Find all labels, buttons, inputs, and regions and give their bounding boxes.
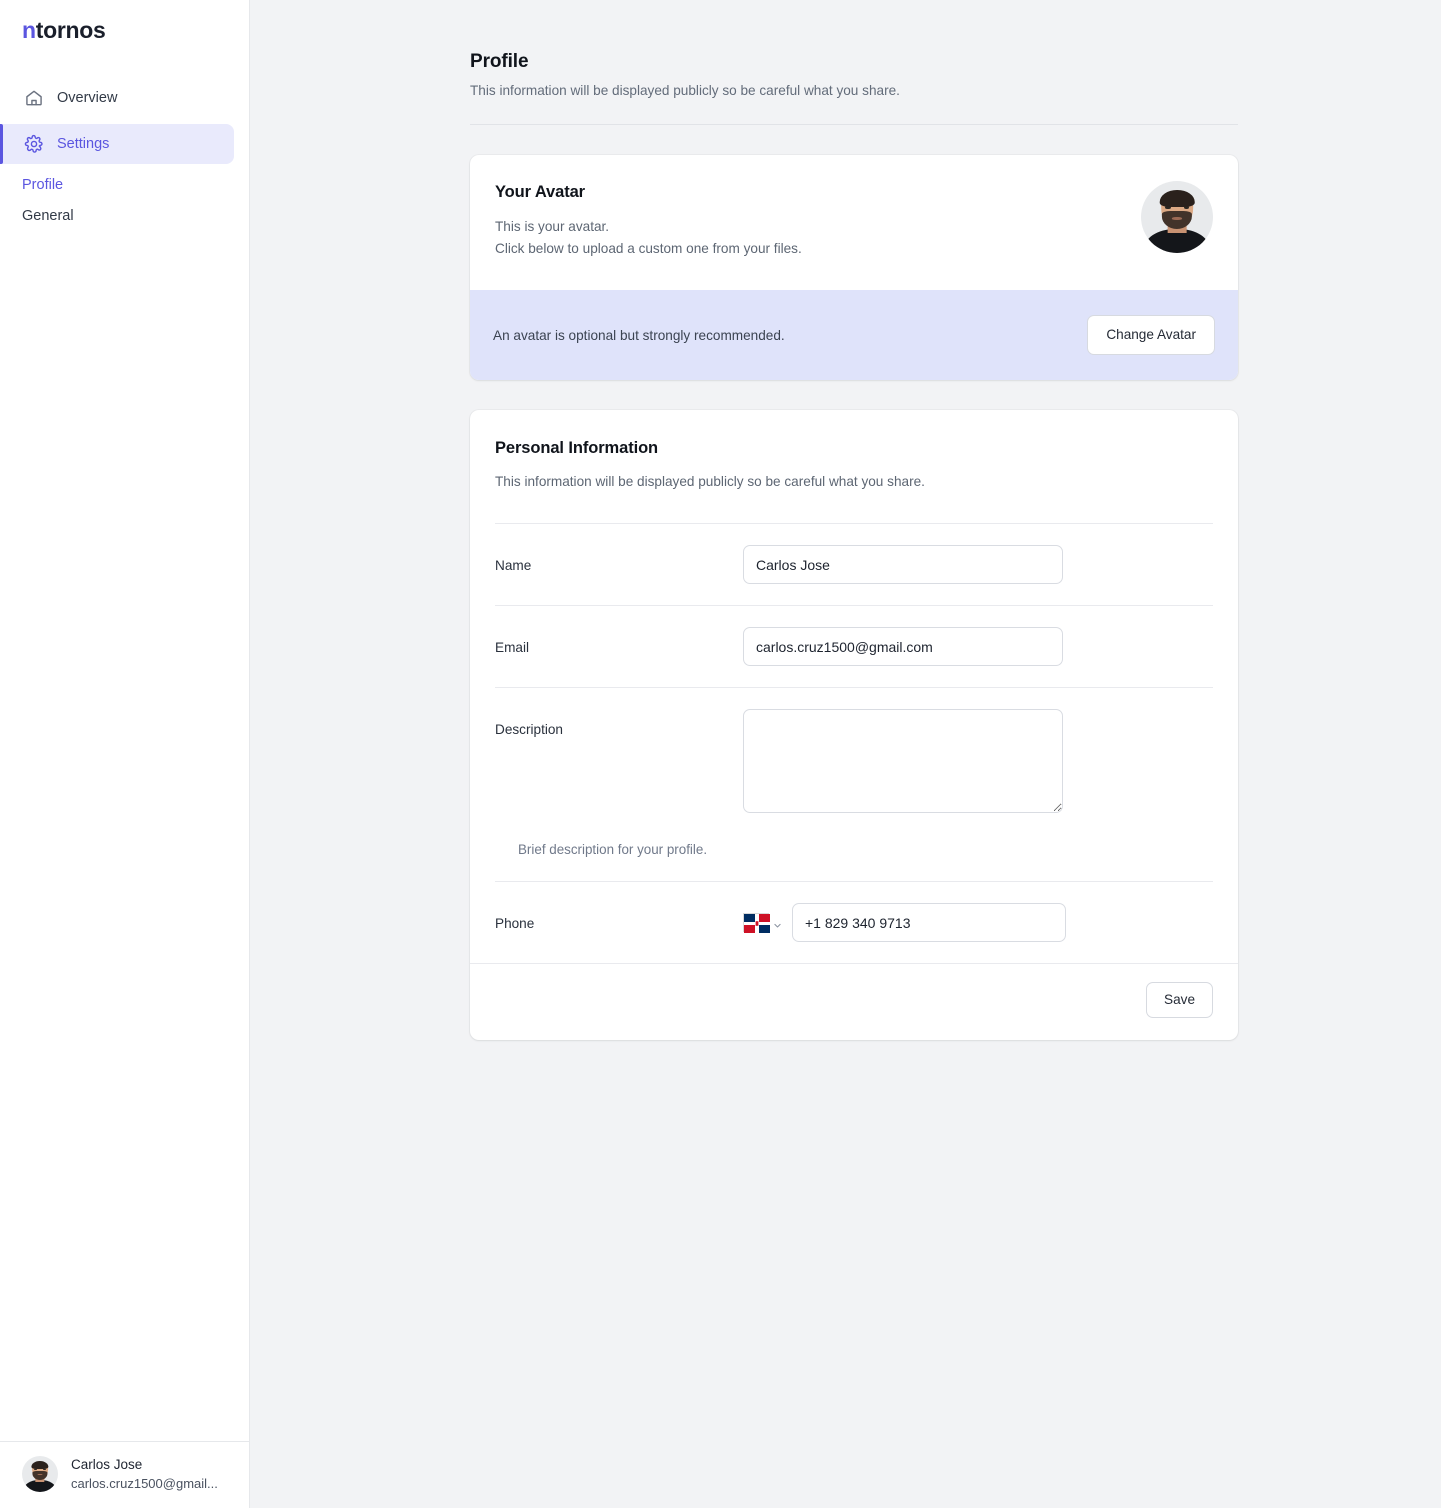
description-label: Description — [495, 722, 563, 737]
form-row-phone: Phone — [495, 881, 1213, 963]
avatar — [22, 1456, 58, 1492]
description-help-text: Brief description for your profile. — [518, 842, 708, 857]
change-avatar-button[interactable]: Change Avatar — [1087, 315, 1215, 355]
profile-page: Profile This information will be display… — [470, 0, 1238, 1040]
app-root: ntornos Overview Settings Profile Genera… — [0, 0, 1441, 1508]
dominican-republic-flag-icon — [743, 913, 770, 933]
sidebar-item-overview[interactable]: Overview — [0, 78, 234, 118]
app-logo[interactable]: ntornos — [0, 0, 249, 44]
form-row-description: Description — [495, 687, 1213, 813]
sidebar-user-name: Carlos Jose — [71, 1456, 143, 1472]
avatar-card: Your Avatar This is your avatar. Click b… — [470, 155, 1238, 380]
avatar-card-body: Your Avatar This is your avatar. Click b… — [470, 155, 1238, 290]
personal-information-footer: Save — [470, 963, 1238, 1040]
page-subtitle: This information will be displayed publi… — [470, 83, 900, 98]
name-input[interactable] — [743, 545, 1063, 584]
home-icon — [24, 88, 44, 108]
name-control — [743, 545, 1213, 584]
phone-input[interactable] — [792, 903, 1066, 942]
phone-input-group — [743, 903, 1213, 942]
email-control — [743, 627, 1213, 666]
primary-nav: Overview Settings — [0, 78, 249, 170]
sidebar-item-overview-label: Overview — [57, 89, 118, 106]
save-button[interactable]: Save — [1146, 982, 1213, 1018]
personal-information-card: Personal Information This information wi… — [470, 410, 1238, 1040]
personal-information-form: Name Email — [495, 523, 1213, 963]
sidebar-user-card[interactable]: Carlos Jose carlos.cruz1500@gmail... — [0, 1441, 249, 1508]
sidebar-user-email: carlos.cruz1500@gmail... — [71, 1475, 218, 1491]
gear-icon — [24, 134, 44, 154]
avatar-footer-note: An avatar is optional but strongly recom… — [493, 327, 785, 343]
avatar-card-line-2: Click below to upload a custom one from … — [495, 241, 802, 256]
description-control — [743, 709, 1213, 813]
logo-text: tornos — [35, 17, 106, 43]
sidebar-item-settings-label: Settings — [57, 135, 110, 152]
logo-accent-letter: n — [22, 17, 36, 43]
phone-control — [743, 903, 1213, 942]
personal-information-subheading: This information will be displayed publi… — [495, 474, 925, 489]
name-label: Name — [495, 558, 532, 573]
chevron-down-icon — [773, 918, 782, 928]
email-label: Email — [495, 640, 529, 655]
country-code-select[interactable] — [743, 913, 782, 933]
sidebar-item-settings[interactable]: Settings — [0, 124, 234, 164]
main-content: Profile This information will be display… — [250, 0, 1441, 1508]
avatar-card-text: Your Avatar This is your avatar. Click b… — [495, 181, 802, 260]
phone-label: Phone — [495, 916, 535, 931]
form-row-name: Name — [495, 523, 1213, 605]
description-textarea[interactable] — [743, 709, 1063, 813]
header-divider — [470, 124, 1238, 125]
avatar-card-description: This is your avatar. Click below to uplo… — [495, 216, 802, 260]
personal-information-body: Personal Information This information wi… — [470, 410, 1238, 963]
form-row-email: Email — [495, 605, 1213, 687]
sidebar-subitem-profile[interactable]: Profile — [22, 178, 249, 193]
avatar-card-line-1: This is your avatar. — [495, 219, 610, 234]
sidebar-user-meta: Carlos Jose carlos.cruz1500@gmail... — [71, 1457, 218, 1492]
page-title: Profile — [470, 51, 529, 72]
personal-information-heading: Personal Information — [495, 439, 659, 457]
profile-avatar-preview[interactable] — [1141, 181, 1213, 253]
avatar-card-heading: Your Avatar — [495, 183, 585, 201]
email-input[interactable] — [743, 627, 1063, 666]
sidebar-subitem-general[interactable]: General — [22, 208, 249, 224]
sidebar: ntornos Overview Settings Profile Genera… — [0, 0, 250, 1508]
settings-subnav: Profile General — [0, 178, 249, 223]
avatar-card-footer: An avatar is optional but strongly recom… — [470, 290, 1238, 380]
